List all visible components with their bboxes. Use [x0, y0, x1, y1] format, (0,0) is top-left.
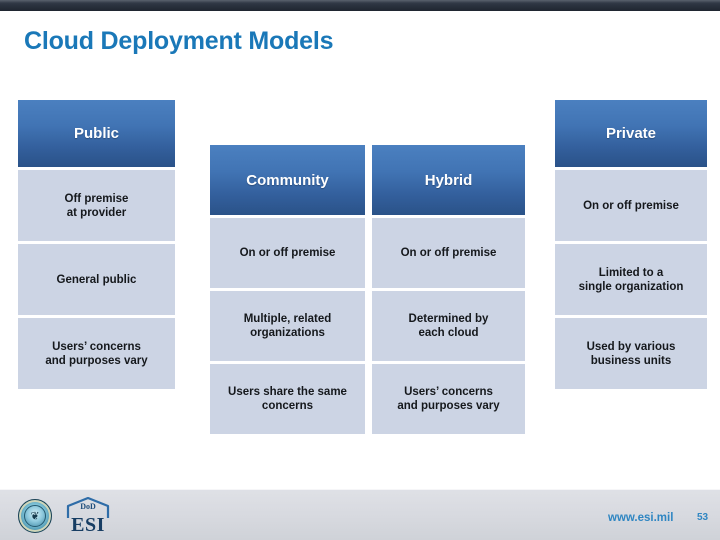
cell-line: organizations	[250, 327, 325, 339]
cell-hybrid-0: On or off premise	[372, 218, 525, 288]
cell-hybrid-1: Determined by each cloud	[372, 291, 525, 361]
cell-line: Users’ concerns	[404, 386, 493, 398]
cell-community-2: Users share the same concerns	[210, 364, 365, 434]
footer-divider	[0, 489, 720, 490]
cell-private-0: On or off premise	[555, 170, 707, 241]
column-private: Private On or off premise Limited to a s…	[555, 100, 707, 389]
dod-esi-logo: DoD ESI	[60, 497, 116, 536]
cell-line: Limited to a	[598, 266, 664, 279]
cell-public-2: Users’ concerns and purposes vary	[18, 318, 175, 389]
cell-line: On or off premise	[400, 247, 497, 259]
dod-seal-icon: ❦	[18, 499, 52, 533]
column-header-public[interactable]: Public	[18, 100, 175, 167]
cell-public-1: General public	[18, 244, 175, 315]
eagle-icon: ❦	[30, 510, 40, 523]
cell-line: Used by various	[586, 340, 676, 353]
cell-private-1: Limited to a single organization	[555, 244, 707, 315]
column-header-hybrid[interactable]: Hybrid	[372, 145, 525, 215]
cell-line: and purposes vary	[397, 400, 500, 412]
top-accent-bar-highlight	[0, 0, 720, 3]
cell-line: Off premise	[64, 192, 129, 205]
slide-canvas: Cloud Deployment Models Public Off premi…	[0, 0, 720, 540]
cell-community-1: Multiple, related organizations	[210, 291, 365, 361]
cell-line: Multiple, related	[243, 313, 332, 325]
cell-line: On or off premise	[239, 247, 336, 259]
dod-esi-logo-main-text: ESI	[71, 514, 105, 536]
page-title: Cloud Deployment Models	[24, 27, 334, 55]
cell-private-2: Used by various business units	[555, 318, 707, 389]
column-header-private[interactable]: Private	[555, 100, 707, 167]
cell-line: concerns	[261, 400, 314, 412]
cell-line: business units	[590, 354, 672, 367]
cell-hybrid-2: Users’ concerns and purposes vary	[372, 364, 525, 434]
footer-url[interactable]: www.esi.mil	[608, 512, 673, 524]
footer-page-number: 53	[697, 512, 709, 523]
cell-line: Users’ concerns	[52, 340, 141, 353]
column-public: Public Off premise at provider General p…	[18, 100, 175, 389]
cell-community-0: On or off premise	[210, 218, 365, 288]
cell-line: single organization	[578, 280, 684, 293]
cell-line: each cloud	[418, 327, 479, 339]
cell-line: Determined by	[408, 313, 489, 325]
cell-public-0: Off premise at provider	[18, 170, 175, 241]
column-hybrid: Hybrid On or off premise Determined by e…	[372, 145, 525, 434]
column-community: Community On or off premise Multiple, re…	[210, 145, 365, 434]
cell-line: On or off premise	[583, 199, 679, 212]
column-header-community[interactable]: Community	[210, 145, 365, 215]
cell-line: General public	[56, 273, 137, 286]
top-accent-bar	[0, 0, 720, 11]
dod-esi-logo-top-text: DoD	[80, 502, 96, 511]
cell-line: at provider	[66, 206, 127, 219]
cell-line: Users share the same	[228, 386, 347, 398]
cell-line: and purposes vary	[45, 354, 148, 367]
